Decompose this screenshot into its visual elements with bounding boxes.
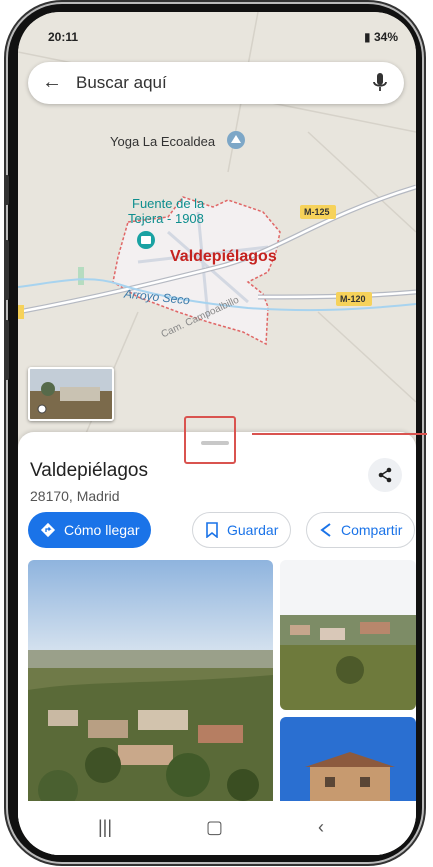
battery-icon: ▮ bbox=[364, 30, 374, 44]
save-label: Guardar bbox=[227, 522, 279, 538]
recent-apps-icon[interactable]: ||| bbox=[98, 817, 112, 838]
back-arrow-icon[interactable]: ← bbox=[42, 71, 62, 94]
town-label[interactable]: Valdepiélagos bbox=[170, 248, 277, 266]
home-icon[interactable]: ▢ bbox=[206, 817, 223, 838]
back-icon[interactable]: ‹ bbox=[318, 817, 324, 838]
road-label-m125: M-125 bbox=[304, 207, 330, 217]
status-time: 20:11 bbox=[48, 30, 79, 44]
directions-icon bbox=[40, 522, 56, 538]
place-photo-main[interactable] bbox=[28, 560, 273, 830]
poi-fuente-label-2[interactable]: Tejera - 1908 bbox=[128, 211, 204, 226]
poi-fuente-label-1[interactable]: Fuente de la bbox=[132, 196, 204, 211]
power-button bbox=[4, 320, 9, 380]
village-photo bbox=[280, 560, 416, 710]
share-label: Compartir bbox=[341, 522, 403, 538]
place-bottom-sheet[interactable]: Valdepiélagos 28170, Madrid Cómo llegar … bbox=[18, 416, 416, 855]
share-arrow-icon bbox=[320, 523, 331, 537]
road-label-m120: M-120 bbox=[340, 294, 366, 304]
search-bar[interactable]: ← Buscar aquí bbox=[28, 62, 404, 104]
bookmark-icon bbox=[206, 522, 218, 538]
street-view-icon bbox=[30, 369, 112, 419]
status-bar: 20:11 ▮ 34% bbox=[18, 12, 416, 48]
volume-button bbox=[4, 175, 9, 205]
volume-button bbox=[4, 240, 9, 300]
drag-handle-highlight bbox=[184, 416, 236, 464]
directions-button[interactable]: Cómo llegar bbox=[28, 512, 152, 548]
battery-indicator: ▮ 34% bbox=[364, 30, 398, 44]
share-icon bbox=[378, 467, 392, 483]
search-input[interactable]: Buscar aquí bbox=[76, 73, 167, 93]
annotation-callout-line bbox=[252, 433, 427, 435]
poi-yoga-label[interactable]: Yoga La Ecoaldea bbox=[110, 134, 215, 149]
share-icon-button[interactable] bbox=[368, 458, 402, 492]
microphone-icon[interactable] bbox=[370, 71, 390, 100]
street-view-thumbnail[interactable] bbox=[28, 367, 114, 421]
landscape-photo bbox=[28, 560, 273, 830]
share-button[interactable]: Compartir bbox=[306, 512, 416, 548]
place-title: Valdepiélagos bbox=[30, 460, 148, 481]
directions-label: Cómo llegar bbox=[64, 522, 140, 538]
place-photo-2[interactable] bbox=[280, 560, 416, 710]
place-address: 28170, Madrid bbox=[30, 488, 120, 504]
save-button[interactable]: Guardar bbox=[192, 512, 292, 548]
system-nav-bar: ||| ▢ ‹ bbox=[18, 801, 416, 855]
battery-percent: 34% bbox=[373, 30, 398, 44]
